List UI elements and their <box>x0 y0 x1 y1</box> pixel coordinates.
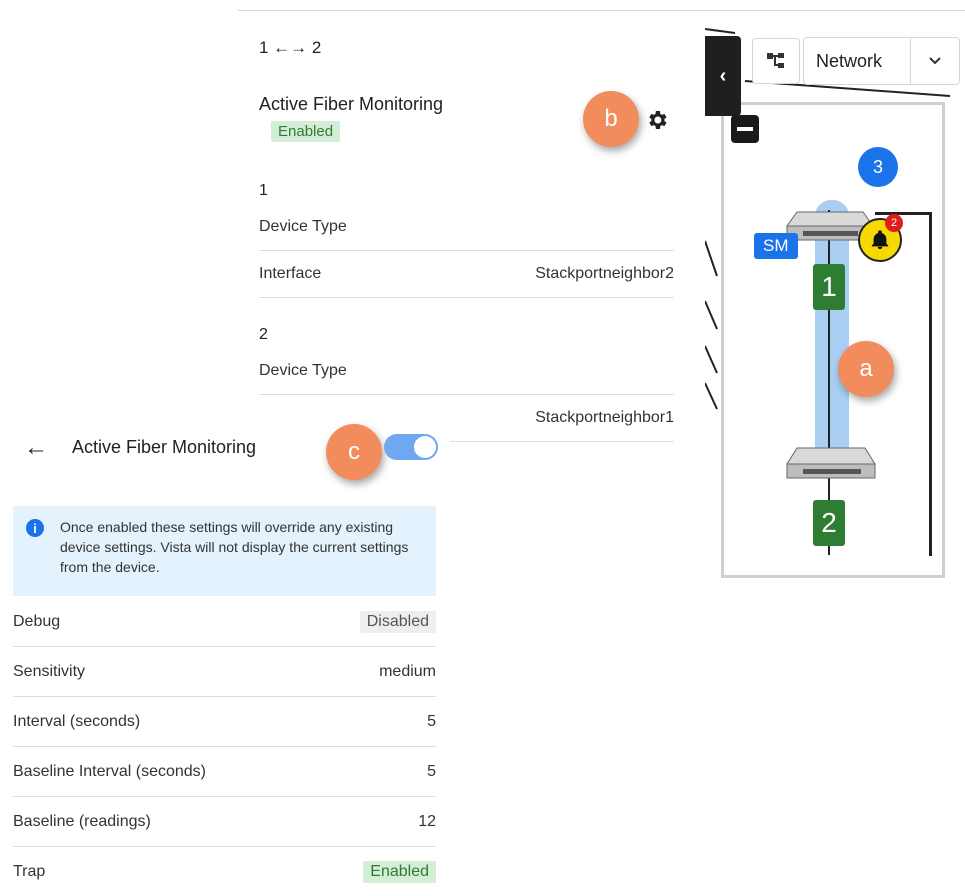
setting-value: 12 <box>418 812 436 830</box>
sm-badge: SM <box>754 233 798 259</box>
device-type-label: Device Type <box>259 362 347 379</box>
node-2-label[interactable]: 2 <box>813 500 845 546</box>
topology-icon <box>767 53 784 68</box>
setting-row-debug[interactable]: Debug Disabled <box>13 597 436 647</box>
connection-line <box>929 212 932 556</box>
collapse-panel-button[interactable]: ‹ <box>705 36 741 116</box>
callout-b: b <box>583 91 639 147</box>
info-text: Once enabled these settings will overrid… <box>60 519 409 575</box>
setting-row-baseline-readings[interactable]: Baseline (readings) 12 <box>13 797 436 847</box>
interface-value: Stackportneighbor1 <box>535 409 674 426</box>
interface-row-1: Interface Stackportneighbor2 <box>259 251 674 298</box>
gear-icon[interactable] <box>645 108 669 132</box>
setting-label: Interval (seconds) <box>13 712 141 730</box>
setting-label: Sensitivity <box>13 662 86 680</box>
setting-label: Trap <box>13 862 46 880</box>
link-title: 1 ←→ 2 <box>259 38 322 57</box>
setting-row-sensitivity[interactable]: Sensitivity medium <box>13 647 436 697</box>
setting-label: Debug <box>13 612 61 630</box>
interface-value: Stackportneighbor2 <box>535 265 674 282</box>
setting-label: Baseline (readings) <box>13 812 151 830</box>
callout-a: a <box>838 341 894 397</box>
section-1-label: 1 <box>259 182 268 199</box>
switch-icon[interactable] <box>785 446 877 485</box>
alarm-count-badge: 2 <box>885 214 903 232</box>
topology-view-button[interactable] <box>752 38 800 84</box>
site-count-badge[interactable]: 3 <box>858 147 898 187</box>
device-type-row-2: Device Type <box>259 348 674 395</box>
chevron-left-icon: ‹ <box>719 64 727 87</box>
setting-value: 5 <box>427 712 436 730</box>
node-1-label[interactable]: 1 <box>813 264 845 310</box>
setting-row-trap[interactable]: Trap Enabled <box>13 847 436 896</box>
setting-value: Disabled <box>359 610 436 633</box>
network-view-select[interactable]: Network <box>803 37 960 85</box>
device-type-row-1: Device Type <box>259 204 674 251</box>
setting-row-interval[interactable]: Interval (seconds) 5 <box>13 697 436 747</box>
interface-label: Interface <box>259 265 322 282</box>
setting-value: 5 <box>427 762 436 780</box>
arrow-left-icon[interactable]: ← <box>24 434 48 462</box>
settings-title: Active Fiber Monitoring <box>72 437 257 457</box>
connection-line <box>875 212 932 215</box>
section-2-label: 2 <box>259 326 268 343</box>
info-icon: i <box>26 519 44 537</box>
setting-label: Baseline Interval (seconds) <box>13 762 206 780</box>
chevron-down-icon[interactable] <box>910 38 959 84</box>
setting-value: medium <box>379 662 436 680</box>
device-type-label: Device Type <box>259 218 347 235</box>
zoom-out-button[interactable] <box>731 115 759 143</box>
afm-enable-toggle[interactable] <box>384 434 438 460</box>
network-view-value: Network <box>816 50 883 71</box>
setting-value: Enabled <box>363 860 436 883</box>
callout-c: c <box>326 424 382 480</box>
afm-title: Active Fiber Monitoring <box>259 94 444 114</box>
setting-row-baseline-interval[interactable]: Baseline Interval (seconds) 5 <box>13 747 436 797</box>
afm-status-badge: Enabled <box>271 121 341 142</box>
